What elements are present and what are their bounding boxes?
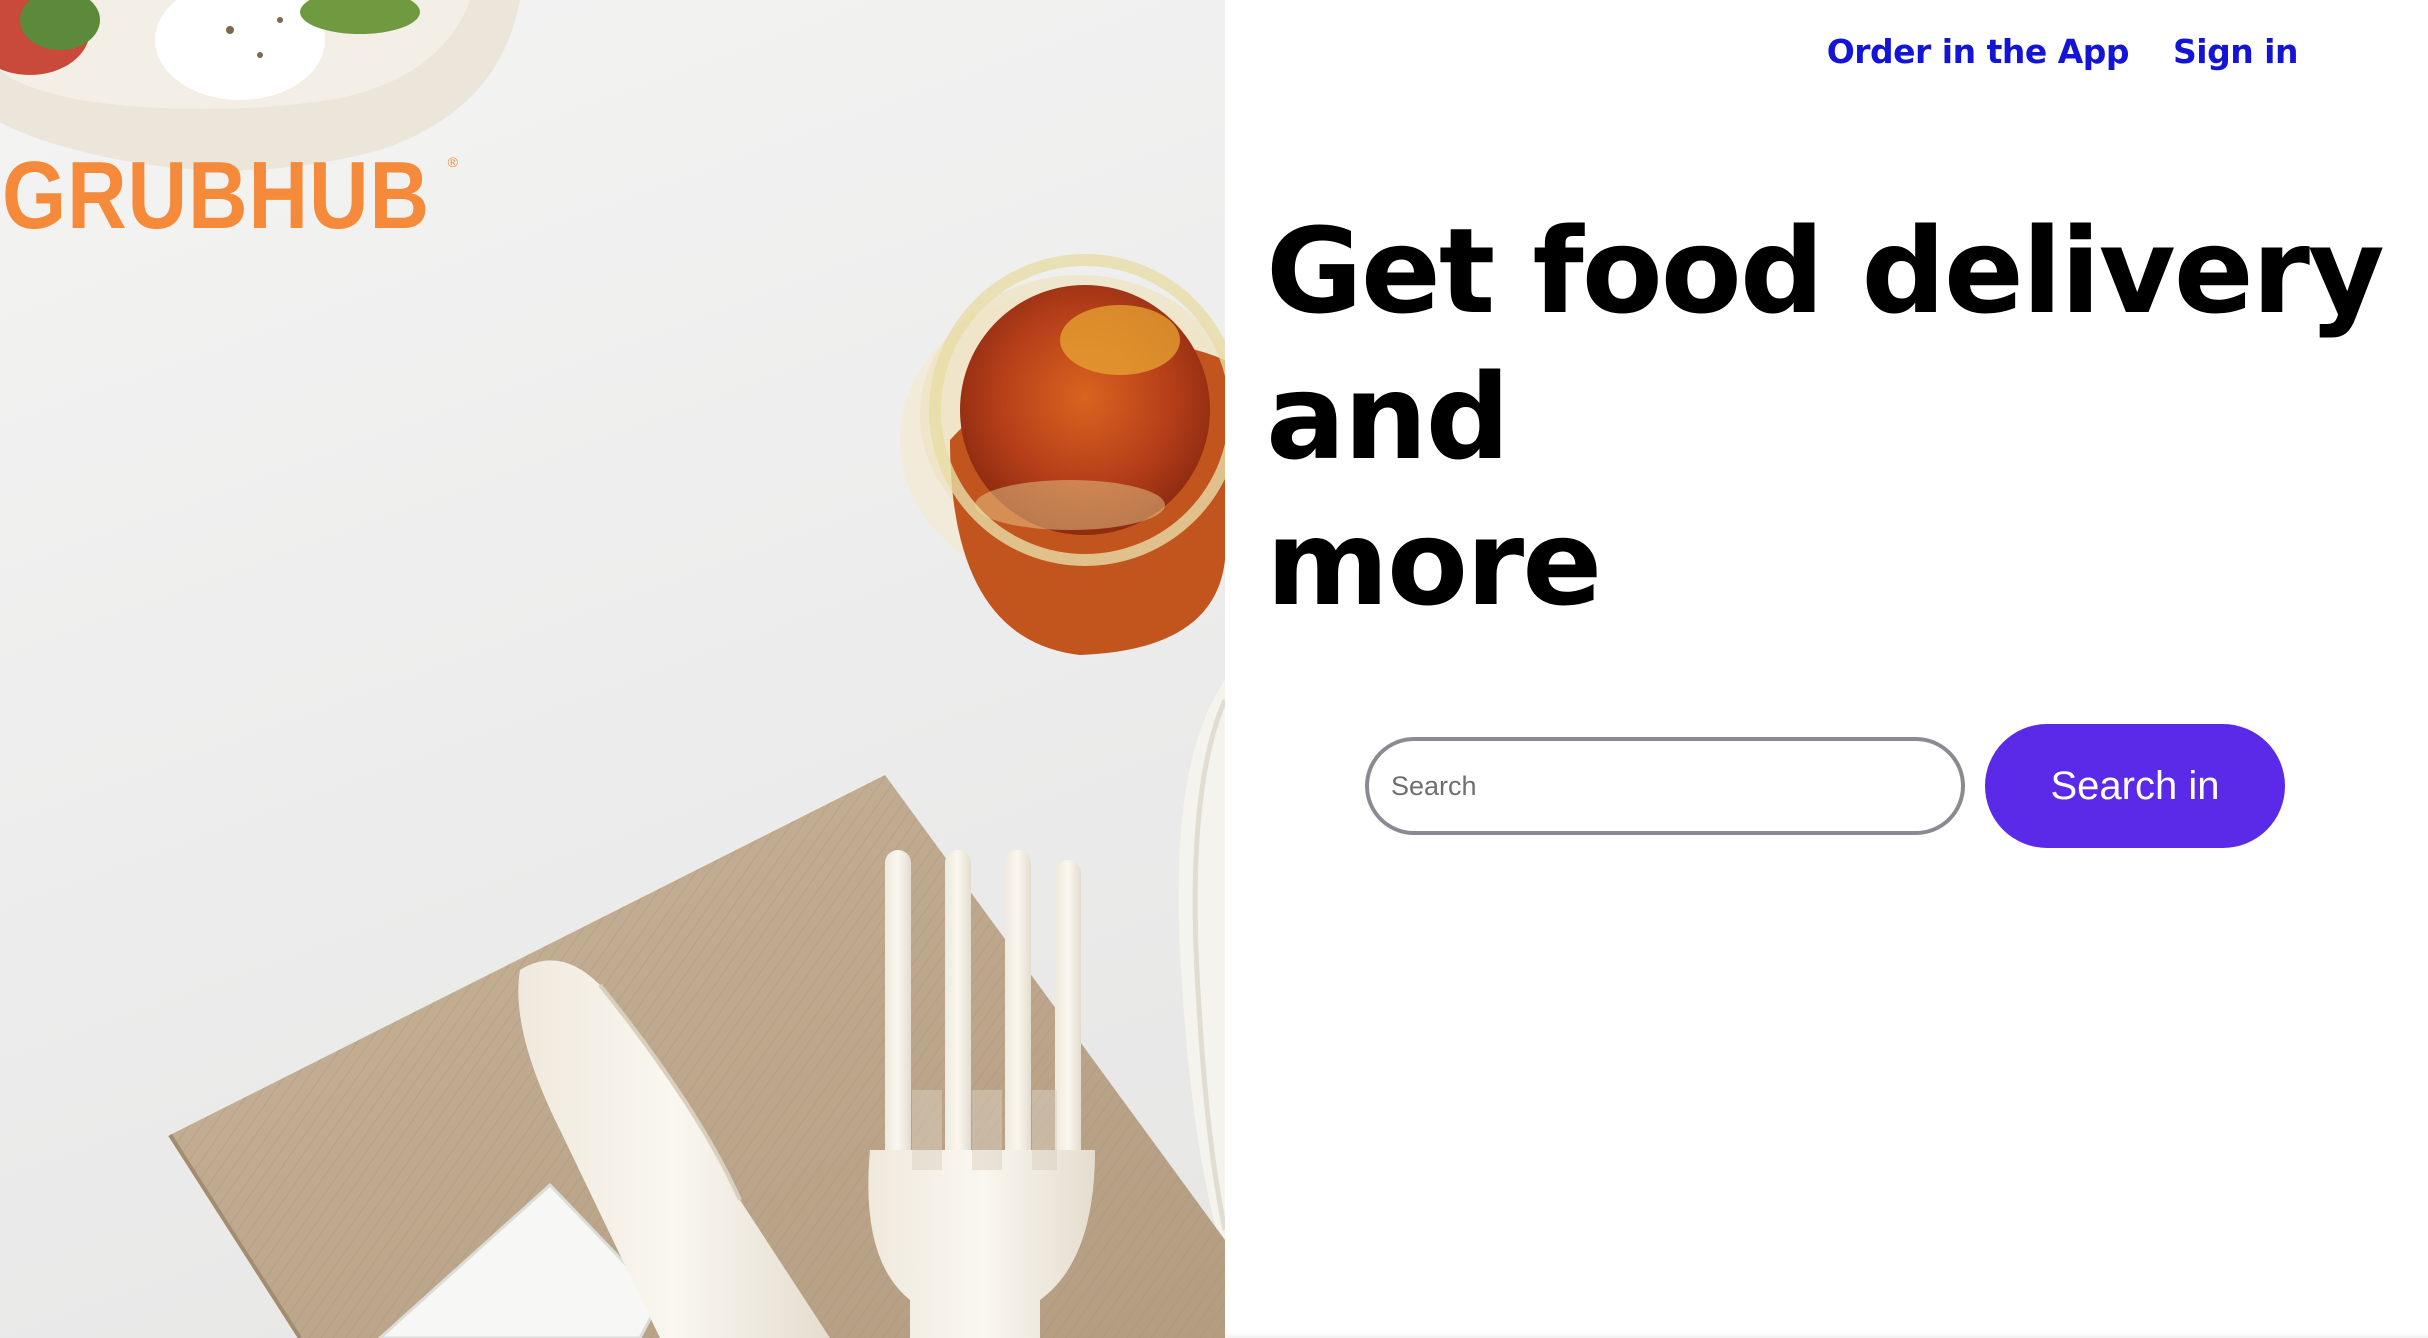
headline-line-3: more <box>1266 494 1602 632</box>
search-bar: Search in <box>1365 724 2285 848</box>
headline-line-2: and <box>1266 348 1510 486</box>
grubhub-logo[interactable]: GRUBHUB ® <box>2 142 458 249</box>
page-bottom-edge <box>1225 1332 2428 1338</box>
top-nav: Order in the App Sign in <box>1827 32 2299 71</box>
order-in-app-link[interactable]: Order in the App <box>1827 32 2130 71</box>
search-in-button[interactable]: Search in <box>1985 724 2285 848</box>
hero-image: GRUBHUB ® <box>0 0 1225 1338</box>
landing-page: GRUBHUB ® Order in the App Sign in Get f… <box>0 0 2428 1338</box>
sauce-cup <box>900 254 1225 655</box>
sign-in-link[interactable]: Sign in <box>2173 32 2299 71</box>
plate-edge <box>1178 680 1225 1260</box>
registered-mark: ® <box>447 154 458 170</box>
hero-headline: Get food delivery and more <box>1266 198 2385 636</box>
search-input[interactable] <box>1365 737 1965 835</box>
logo-wordmark: GRUBHUB <box>2 142 430 249</box>
headline-line-1: Get food delivery <box>1266 202 2385 340</box>
